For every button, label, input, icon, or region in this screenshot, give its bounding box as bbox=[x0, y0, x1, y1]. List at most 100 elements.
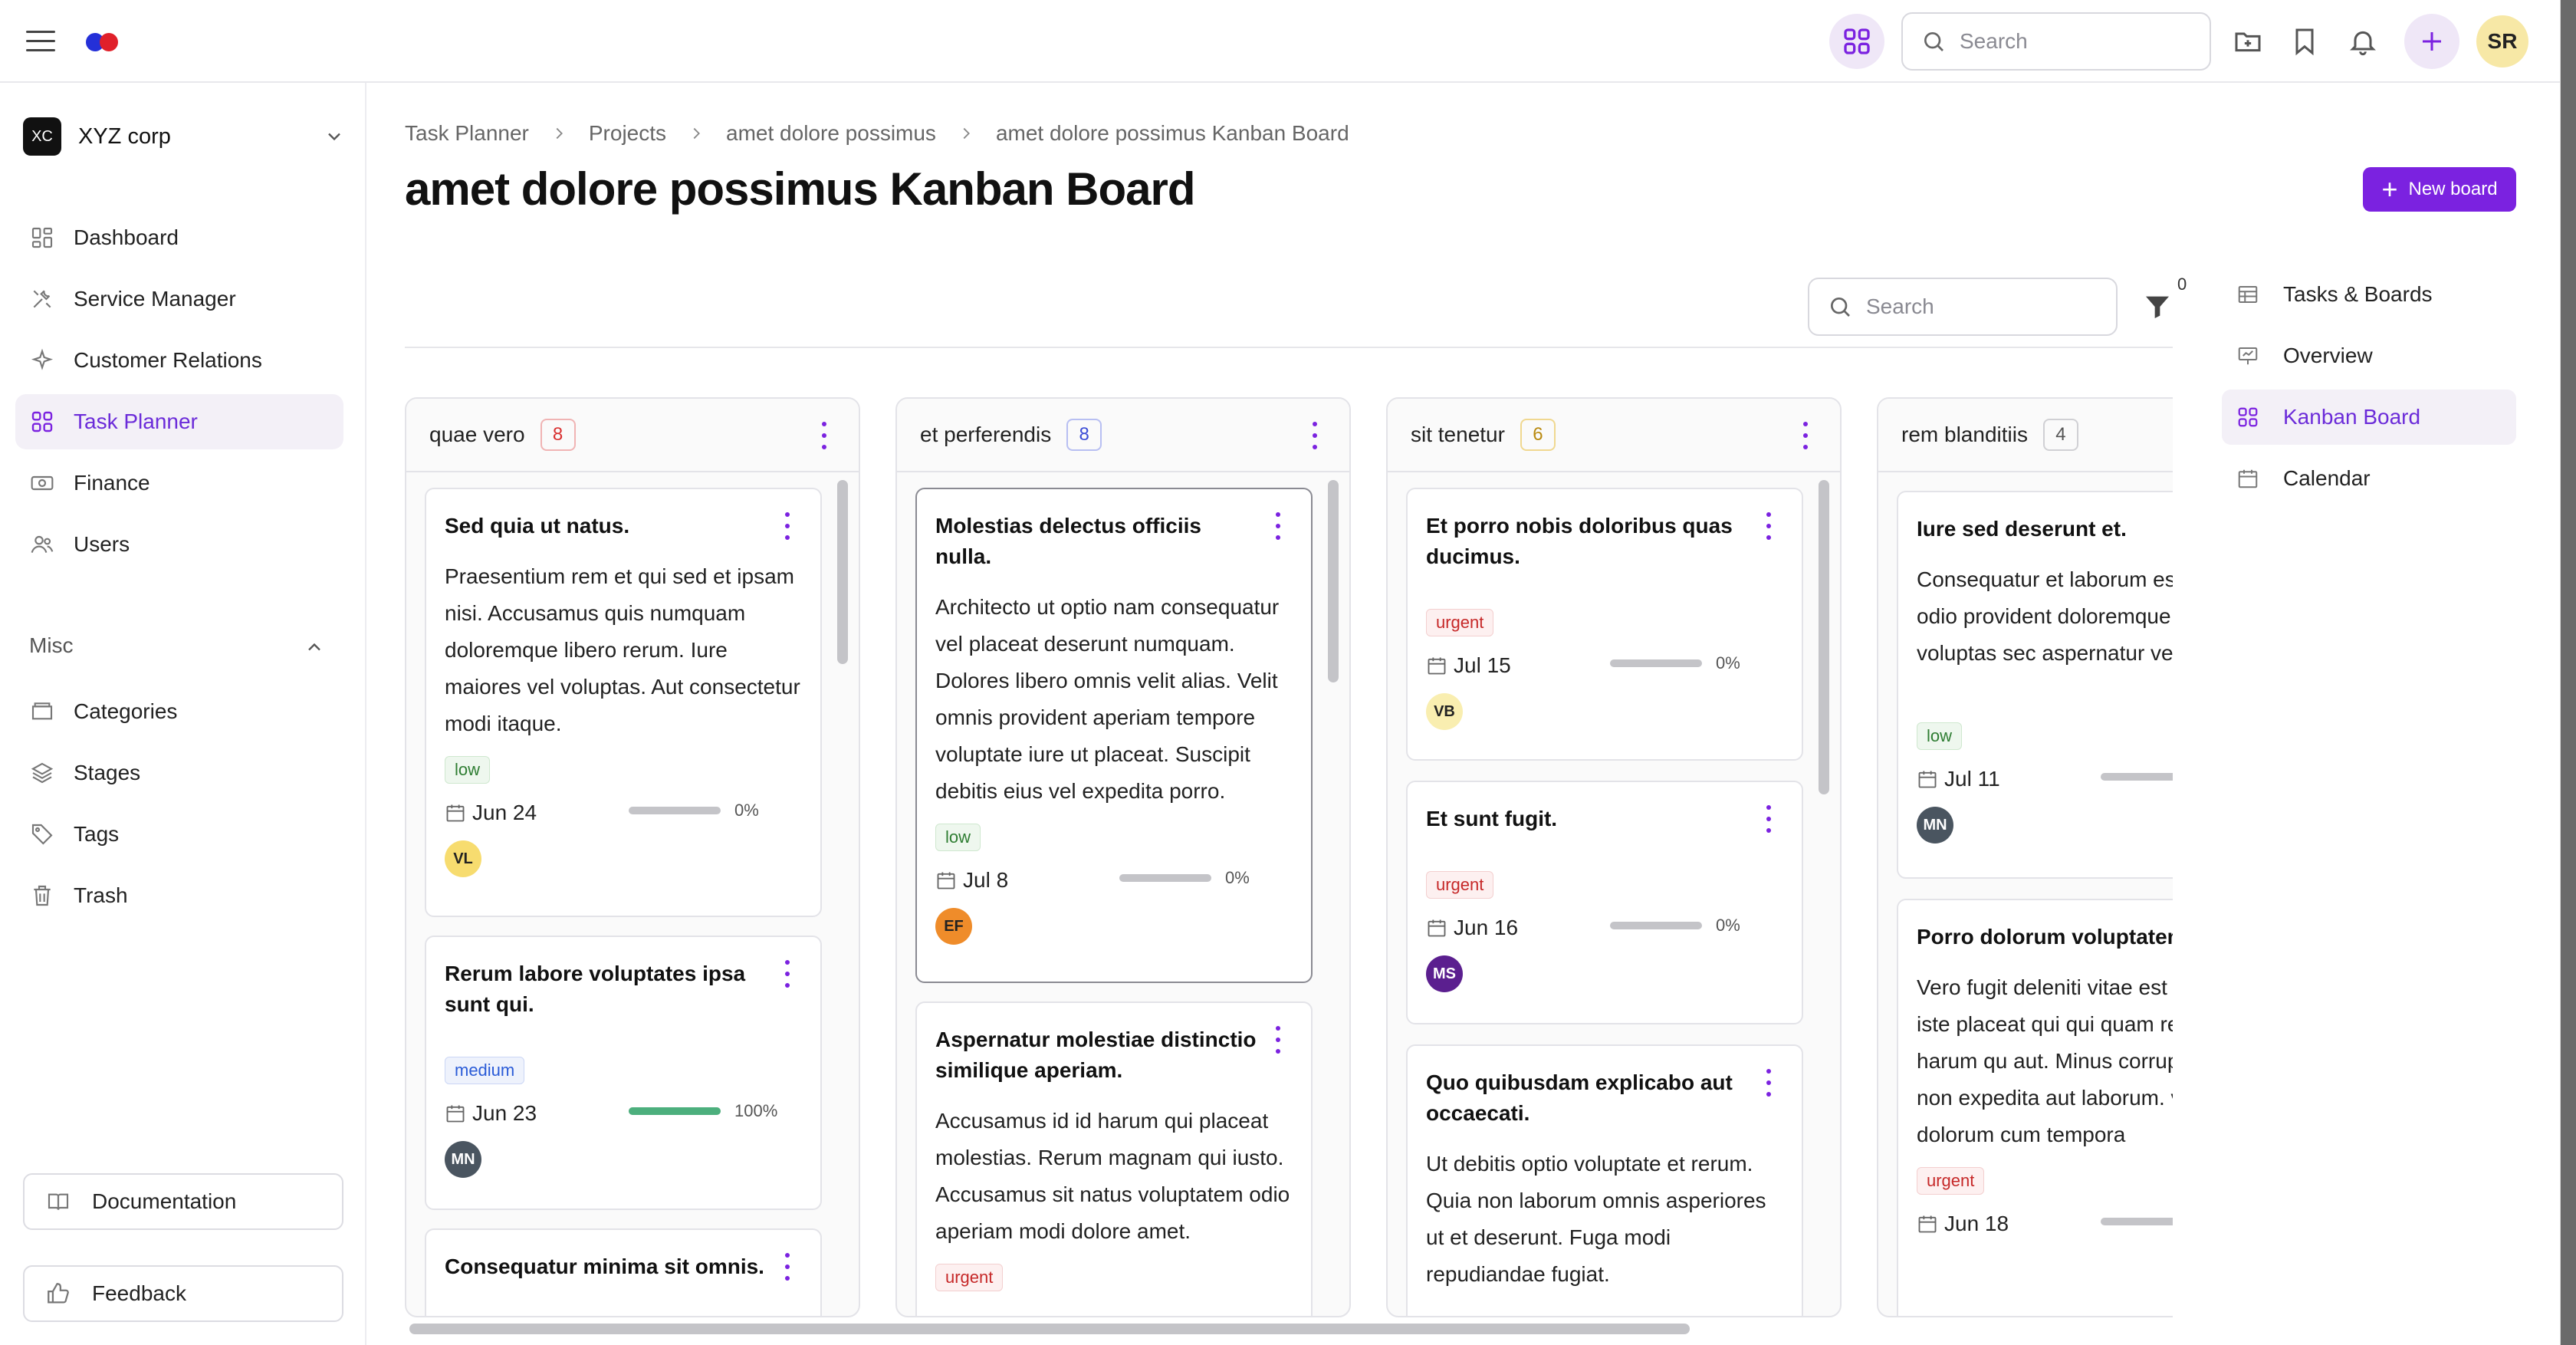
folder-plus-icon[interactable] bbox=[2233, 26, 2263, 57]
sidebar-item-finance[interactable]: Finance bbox=[15, 455, 343, 511]
create-button[interactable] bbox=[2404, 14, 2459, 69]
card-description: Consequatur et laborum es Molestiae odio… bbox=[1917, 567, 2173, 665]
task-card[interactable]: Porro dolorum voluptatem non. Vero fugit… bbox=[1897, 899, 2173, 1316]
assignee-avatar: MS bbox=[1426, 955, 1463, 992]
tag-icon bbox=[29, 821, 55, 847]
sidebar-item-stages[interactable]: Stages bbox=[15, 745, 343, 801]
task-card[interactable]: Quo quibusdam explicabo aut occaecati. U… bbox=[1406, 1044, 1803, 1316]
calendar-icon bbox=[2236, 466, 2260, 491]
assignee-avatar: VL bbox=[445, 840, 481, 877]
calendar-icon bbox=[1917, 1213, 1938, 1235]
new-board-button[interactable]: + New board bbox=[2363, 167, 2516, 212]
card-menu-icon[interactable] bbox=[1765, 1069, 1773, 1097]
column-title: rem blanditiis bbox=[1901, 423, 2028, 446]
task-card[interactable]: Aspernatur molestiae distinctio similiqu… bbox=[915, 1001, 1313, 1316]
priority-tag: urgent bbox=[1426, 871, 1494, 899]
card-title: Consequatur minima sit omnis. bbox=[445, 1255, 764, 1278]
breadcrumb-item[interactable]: Task Planner bbox=[405, 121, 529, 146]
sidebar-item-label: Tags bbox=[74, 822, 120, 846]
dashboard-icon bbox=[29, 225, 55, 251]
sidebar-item-label: Stages bbox=[74, 761, 141, 784]
column-scrollbar[interactable] bbox=[1328, 480, 1339, 682]
progress-percent: 0% bbox=[1716, 653, 1740, 672]
sidebar-item-task-planner[interactable]: Task Planner bbox=[15, 394, 343, 449]
plus-icon: + bbox=[2381, 173, 2398, 205]
column-menu-icon[interactable] bbox=[1311, 422, 1319, 449]
task-card[interactable]: Et sunt fugit. urgent Jun 16 0% MS bbox=[1406, 781, 1803, 1024]
priority-tag: low bbox=[1917, 722, 1963, 750]
app-logo bbox=[86, 32, 118, 57]
kanban-column: rem blanditiis 4 Iure sed deserunt et. C… bbox=[1877, 397, 2173, 1317]
card-menu-icon[interactable] bbox=[1765, 805, 1773, 833]
top-bar: SR bbox=[0, 0, 2560, 83]
user-avatar[interactable]: SR bbox=[2476, 15, 2528, 67]
view-tasks-boards[interactable]: Tasks & Boards bbox=[2222, 267, 2516, 322]
task-card[interactable]: Et porro nobis doloribus quas ducimus. u… bbox=[1406, 488, 1803, 761]
users-icon bbox=[29, 531, 55, 557]
feedback-button[interactable]: Feedback bbox=[23, 1265, 343, 1322]
breadcrumb-item[interactable]: amet dolore possimus bbox=[726, 121, 936, 146]
task-card[interactable]: Iure sed deserunt et. Consequatur et lab… bbox=[1897, 491, 2173, 879]
card-menu-icon[interactable] bbox=[784, 512, 791, 540]
task-card[interactable]: Consequatur minima sit omnis. bbox=[425, 1228, 822, 1316]
feedback-label: Feedback bbox=[92, 1281, 186, 1305]
column-title: quae vero bbox=[429, 423, 525, 446]
documentation-button[interactable]: Documentation bbox=[23, 1173, 343, 1230]
org-name: XYZ corp bbox=[78, 123, 171, 149]
divider bbox=[405, 347, 2173, 348]
card-menu-icon[interactable] bbox=[1274, 1026, 1282, 1054]
documentation-label: Documentation bbox=[92, 1189, 237, 1213]
column-scrollbar[interactable] bbox=[1819, 480, 1829, 794]
card-title: Et porro nobis doloribus quas ducimus. bbox=[1426, 514, 1733, 568]
sidebar-item-users[interactable]: Users bbox=[15, 517, 343, 572]
card-menu-icon[interactable] bbox=[1274, 512, 1282, 540]
column-scrollbar[interactable] bbox=[837, 480, 848, 664]
task-card[interactable]: Sed quia ut natus. Praesentium rem et qu… bbox=[425, 488, 822, 917]
apps-grid-icon bbox=[1844, 28, 1870, 54]
calendar-icon bbox=[1426, 917, 1447, 939]
column-menu-icon[interactable] bbox=[1802, 422, 1809, 449]
due-date: Jul 8 bbox=[963, 868, 1009, 892]
board-search-box[interactable] bbox=[1808, 278, 2118, 336]
board-horizontal-scrollbar[interactable] bbox=[409, 1324, 1690, 1334]
sidebar-item-customer-relations[interactable]: Customer Relations bbox=[15, 333, 343, 388]
chevron-up-icon[interactable] bbox=[304, 636, 325, 658]
task-card[interactable]: Molestias delectus officiis nulla. Archi… bbox=[915, 488, 1313, 983]
filter-icon[interactable] bbox=[2142, 291, 2173, 322]
task-card[interactable]: Rerum labore voluptates ipsa sunt qui. m… bbox=[425, 936, 822, 1210]
card-menu-icon[interactable] bbox=[784, 1253, 791, 1281]
view-label: Tasks & Boards bbox=[2283, 282, 2433, 306]
book-icon bbox=[44, 1188, 72, 1215]
column-menu-icon[interactable] bbox=[820, 422, 828, 449]
view-overview[interactable]: Overview bbox=[2222, 328, 2516, 383]
card-menu-icon[interactable] bbox=[1765, 512, 1773, 540]
column-title: et perferendis bbox=[920, 423, 1052, 446]
bookmark-icon[interactable] bbox=[2289, 26, 2320, 57]
card-title: Porro dolorum voluptatem non. bbox=[1917, 925, 2173, 949]
bell-icon[interactable] bbox=[2348, 26, 2378, 57]
sidebar-item-trash[interactable]: Trash bbox=[15, 868, 343, 923]
table-icon bbox=[2236, 282, 2260, 307]
view-calendar[interactable]: Calendar bbox=[2222, 451, 2516, 506]
sidebar-item-service-manager[interactable]: Service Manager bbox=[15, 271, 343, 327]
card-menu-icon[interactable] bbox=[784, 960, 791, 988]
view-kanban-board[interactable]: Kanban Board bbox=[2222, 390, 2516, 445]
column-title: sit tenetur bbox=[1411, 423, 1505, 446]
breadcrumb-item[interactable]: Projects bbox=[589, 121, 666, 146]
window-edge bbox=[2561, 0, 2576, 1345]
due-date: Jun 18 bbox=[1944, 1212, 2009, 1235]
top-search-box[interactable] bbox=[1901, 12, 2211, 71]
board-search-input[interactable] bbox=[1866, 294, 2081, 319]
sidebar-item-tags[interactable]: Tags bbox=[15, 807, 343, 862]
progress-bar bbox=[1119, 874, 1211, 882]
progress-percent: 100% bbox=[734, 1101, 778, 1120]
menu-icon[interactable] bbox=[26, 31, 55, 52]
folder-icon bbox=[29, 699, 55, 725]
org-switcher[interactable]: XC XYZ corp bbox=[23, 113, 345, 159]
sidebar-item-dashboard[interactable]: Dashboard bbox=[15, 210, 343, 265]
progress-percent: 0% bbox=[1225, 868, 1250, 887]
sidebar-item-categories[interactable]: Categories bbox=[15, 684, 343, 739]
top-search-input[interactable] bbox=[1960, 29, 2174, 54]
apps-grid-button[interactable] bbox=[1829, 14, 1884, 69]
priority-tag: urgent bbox=[935, 1264, 1004, 1291]
